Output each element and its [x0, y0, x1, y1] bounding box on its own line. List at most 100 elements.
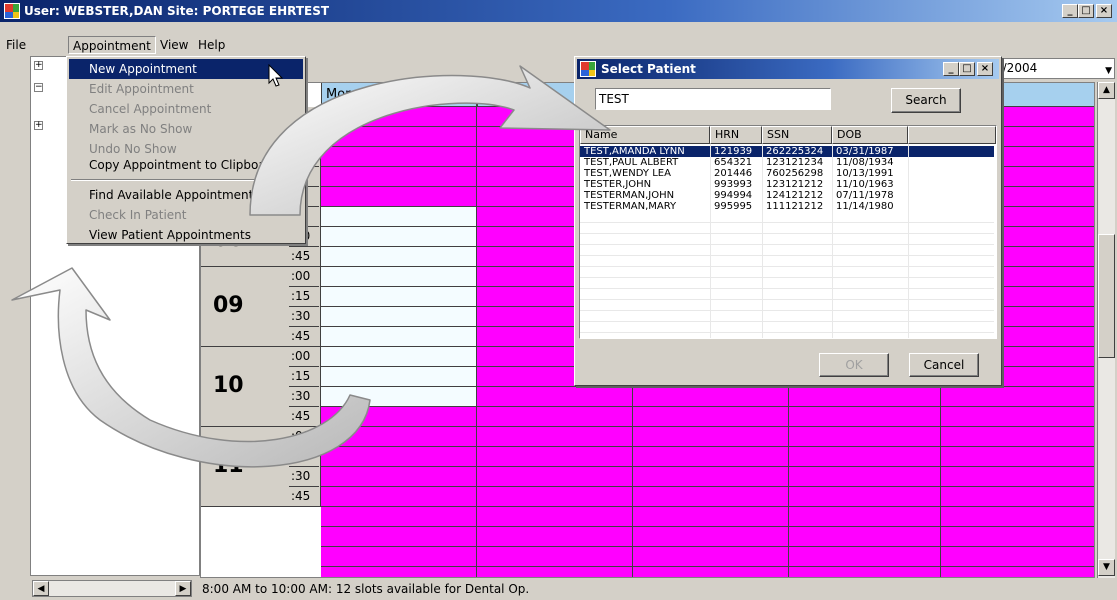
- scroll-right-icon[interactable]: ▶: [175, 581, 191, 596]
- time-slot[interactable]: [633, 507, 789, 527]
- time-slot[interactable]: [477, 407, 633, 427]
- time-slot[interactable]: [321, 547, 477, 567]
- time-slot[interactable]: [321, 407, 477, 427]
- time-slot[interactable]: [941, 507, 1094, 527]
- time-slot[interactable]: [321, 347, 477, 367]
- time-slot[interactable]: [321, 307, 477, 327]
- time-slot[interactable]: [941, 567, 1094, 577]
- time-slot[interactable]: [321, 427, 477, 447]
- time-slot[interactable]: [477, 447, 633, 467]
- time-slot[interactable]: [477, 527, 633, 547]
- vertical-scrollbar[interactable]: ▲ ▼: [1097, 82, 1115, 578]
- scroll-thumb[interactable]: [1098, 234, 1115, 358]
- time-slot[interactable]: [789, 447, 941, 467]
- time-slot[interactable]: [789, 567, 941, 577]
- time-slot[interactable]: [789, 467, 941, 487]
- patient-list[interactable]: Name HRN SSN DOB TEST,AMANDA LYNN 121939 2…: [579, 125, 997, 339]
- time-slot[interactable]: [321, 327, 477, 347]
- column-header-hrn[interactable]: HRN: [710, 126, 762, 144]
- ok-button[interactable]: OK: [819, 353, 889, 377]
- time-slot[interactable]: [789, 387, 941, 407]
- time-slot[interactable]: [789, 407, 941, 427]
- chevron-down-icon[interactable]: ▼: [1105, 62, 1112, 81]
- time-slot[interactable]: [321, 127, 477, 147]
- time-slot[interactable]: [633, 447, 789, 467]
- time-slot[interactable]: [633, 407, 789, 427]
- tree-expand-icon[interactable]: +: [34, 61, 43, 70]
- time-slot[interactable]: [321, 527, 477, 547]
- time-slot[interactable]: [321, 247, 477, 267]
- scroll-down-icon[interactable]: ▼: [1098, 559, 1115, 576]
- time-slot[interactable]: [789, 427, 941, 447]
- patient-row[interactable]: TESTER,JOHN 993993 123121212 11/10/1963: [580, 179, 994, 190]
- time-slot[interactable]: [477, 467, 633, 487]
- time-slot[interactable]: [321, 467, 477, 487]
- time-slot[interactable]: [321, 227, 477, 247]
- time-slot[interactable]: [477, 387, 633, 407]
- scroll-up-icon[interactable]: ▲: [1098, 82, 1115, 99]
- time-slot[interactable]: [477, 547, 633, 567]
- time-slot[interactable]: [633, 487, 789, 507]
- time-slot[interactable]: [633, 547, 789, 567]
- patient-row[interactable]: TESTERMAN,JOHN 994994 124121212 07/11/1978: [580, 190, 994, 201]
- menu-help[interactable]: Help: [194, 36, 229, 54]
- horizontal-scrollbar[interactable]: ◀ ▶: [32, 580, 192, 597]
- time-slot[interactable]: [789, 487, 941, 507]
- time-slot[interactable]: [477, 507, 633, 527]
- time-slot[interactable]: [941, 447, 1094, 467]
- menu-copy-appointment[interactable]: Copy Appointment to Clipboard: [69, 155, 303, 175]
- patient-search-input[interactable]: TEST: [595, 88, 831, 110]
- patient-row[interactable]: TEST,AMANDA LYNN 121939 262225324 03/31/198…: [580, 146, 994, 157]
- dialog-minimize-button[interactable]: _: [943, 62, 959, 76]
- time-slot[interactable]: [941, 527, 1094, 547]
- patient-row[interactable]: TESTERMAN,MARY 995995 111121212 11/14/1980: [580, 201, 994, 212]
- time-slot[interactable]: [321, 267, 477, 287]
- time-slot[interactable]: [633, 387, 789, 407]
- menu-find-available[interactable]: Find Available Appointment: [69, 185, 303, 205]
- time-slot[interactable]: [321, 287, 477, 307]
- menu-file[interactable]: File: [2, 36, 30, 54]
- time-slot[interactable]: [477, 567, 633, 577]
- menu-view-patient-appointments[interactable]: View Patient Appointments: [69, 225, 303, 245]
- menu-mark-no-show[interactable]: Mark as No Show: [69, 119, 303, 139]
- time-slot[interactable]: [321, 147, 477, 167]
- time-slot[interactable]: [477, 427, 633, 447]
- time-slot[interactable]: [321, 367, 477, 387]
- time-slot[interactable]: [941, 427, 1094, 447]
- time-slot[interactable]: [941, 547, 1094, 567]
- time-slot[interactable]: [633, 427, 789, 447]
- time-slot[interactable]: [321, 187, 477, 207]
- patient-row[interactable]: TEST,WENDY LEA 201446 760256298 10/13/1991: [580, 168, 994, 179]
- time-slot[interactable]: [321, 567, 477, 577]
- time-slot[interactable]: [477, 487, 633, 507]
- search-button[interactable]: Search: [891, 88, 961, 113]
- time-slot[interactable]: [633, 567, 789, 577]
- time-slot[interactable]: [789, 547, 941, 567]
- menu-view[interactable]: View: [156, 36, 192, 54]
- time-slot[interactable]: [321, 387, 477, 407]
- dialog-close-button[interactable]: ×: [977, 62, 993, 76]
- time-slot[interactable]: [941, 467, 1094, 487]
- time-slot[interactable]: [789, 527, 941, 547]
- time-slot[interactable]: [321, 487, 477, 507]
- time-slot[interactable]: [941, 407, 1094, 427]
- menu-cancel-appointment[interactable]: Cancel Appointment: [69, 99, 303, 119]
- date-combo[interactable]: 6/2004 ▼: [990, 58, 1115, 79]
- tree-expand-icon[interactable]: +: [34, 121, 43, 130]
- menu-appointment[interactable]: Appointment: [68, 36, 156, 54]
- close-button[interactable]: ×: [1096, 4, 1112, 18]
- time-slot[interactable]: [321, 447, 477, 467]
- time-slot[interactable]: [941, 387, 1094, 407]
- time-slot[interactable]: [321, 167, 477, 187]
- column-header-ssn[interactable]: SSN: [762, 126, 832, 144]
- patient-row[interactable]: TEST,PAUL ALBERT 654321 123121234 11/08/193…: [580, 157, 994, 168]
- column-header-dob[interactable]: DOB: [832, 126, 908, 144]
- time-slot[interactable]: [321, 507, 477, 527]
- time-slot[interactable]: [321, 207, 477, 227]
- time-slot[interactable]: [321, 107, 477, 127]
- minimize-button[interactable]: _: [1062, 4, 1078, 18]
- time-slot[interactable]: [633, 527, 789, 547]
- cancel-button[interactable]: Cancel: [909, 353, 979, 377]
- scroll-left-icon[interactable]: ◀: [33, 581, 49, 596]
- time-slot[interactable]: [941, 487, 1094, 507]
